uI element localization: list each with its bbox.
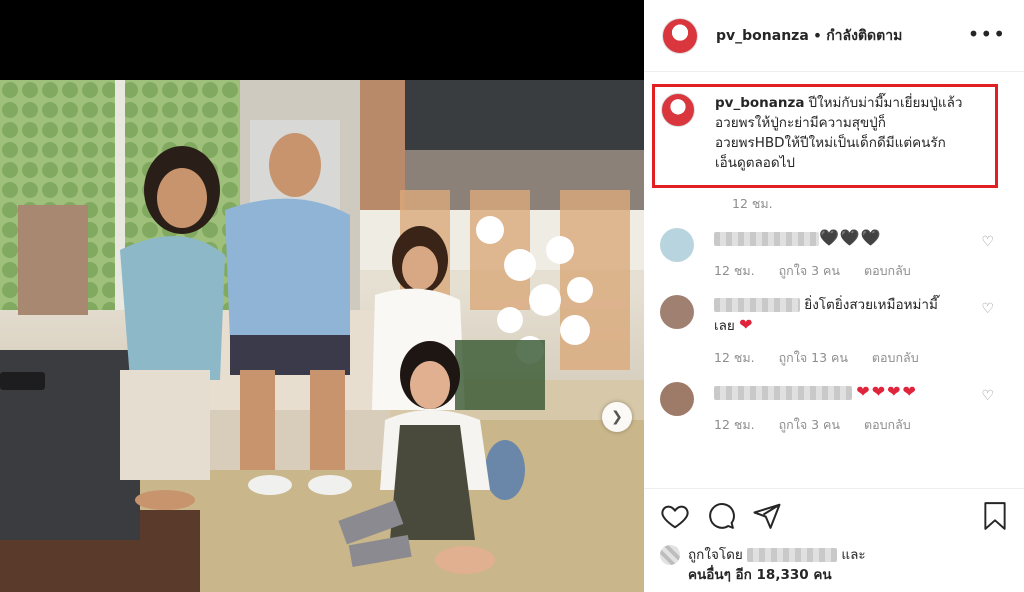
comment-time[interactable]: 12 ชม.	[714, 417, 755, 432]
comment-text: 🖤🖤🖤	[714, 228, 964, 249]
comment-likes[interactable]: ถูกใจ 3 คน	[779, 417, 840, 432]
caption-line: เอ็นดูตลอดไป	[715, 155, 795, 171]
like-comment-icon[interactable]: ♡	[981, 234, 994, 250]
caption-time[interactable]: 12 ชม.	[732, 194, 1008, 214]
comment-body-2: เลย	[714, 318, 735, 334]
post-photo[interactable]: ❯	[0, 80, 644, 592]
caption-username[interactable]: pv_bonanza	[715, 95, 804, 111]
post-side-panel: pv_bonanza • กำลังติดตาม ••• pv_bonanza ป…	[644, 0, 1024, 592]
caption-text: pv_bonanza ปีใหม่กับม่ามี๊มาเยี่ยมปู่แล้ว…	[715, 93, 962, 173]
others-likes-count[interactable]: คนอื่นๆ อีก 18,330 คน	[688, 567, 832, 583]
reply-button[interactable]: ตอบกลับ	[864, 263, 911, 278]
caption-line: อวยพรให้ปู่กะย่ามีความสุขปู่ก็	[715, 115, 886, 131]
comment-icon[interactable]	[706, 501, 736, 531]
comment-text: ❤❤❤❤	[714, 382, 964, 403]
comment-item: 🖤🖤🖤 12 ชม. ถูกใจ 3 คน ตอบกลับ ♡	[660, 228, 1008, 281]
caption-avatar[interactable]	[661, 93, 695, 127]
comment-item: ยิ่งโตยิ่งสวยเหมือหม่ามี๊ เลย ❤ 12 ชม. ถู…	[660, 295, 1008, 368]
comment-time[interactable]: 12 ชม.	[714, 263, 755, 278]
comment-likes[interactable]: ถูกใจ 3 คน	[779, 263, 840, 278]
comment-item: ❤❤❤❤ 12 ชม. ถูกใจ 3 คน ตอบกลับ ♡	[660, 382, 1008, 435]
comment-text: ยิ่งโตยิ่งสวยเหมือหม่ามี๊ เลย ❤	[714, 295, 964, 336]
reply-button[interactable]: ตอบกลับ	[864, 417, 911, 432]
comment-emoji: ❤	[739, 315, 755, 334]
reply-button[interactable]: ตอบกลับ	[872, 350, 919, 365]
commenter-avatar[interactable]	[660, 295, 694, 329]
separator-dot: •	[812, 26, 823, 45]
comment-emoji: 🖤🖤🖤	[819, 228, 882, 247]
blurred-username[interactable]	[714, 386, 852, 400]
caption-line: อวยพรHBDให้ปีใหม่เป็นเด็กดีมีแต่คนรัก	[715, 135, 946, 151]
author-username[interactable]: pv_bonanza	[716, 28, 809, 44]
comments-section: pv_bonanza ปีใหม่กับม่ามี๊มาเยี่ยมปู่แล้ว…	[644, 72, 1024, 435]
blurred-username[interactable]	[714, 298, 800, 312]
commenter-avatar[interactable]	[660, 382, 694, 416]
likes-summary: ถูกใจโดย และ คนอื่นๆ อีก 18,330 คน	[660, 545, 1008, 585]
post-header: pv_bonanza • กำลังติดตาม •••	[644, 0, 1024, 72]
comment-meta: 12 ชม. ถูกใจ 13 คน ตอบกลับ	[714, 348, 964, 368]
heart-outline-icon[interactable]	[660, 501, 690, 531]
liked-by-and: และ	[841, 547, 866, 563]
like-comment-icon[interactable]: ♡	[981, 301, 994, 317]
more-options-icon[interactable]: •••	[968, 22, 1006, 46]
next-photo-button[interactable]: ❯	[602, 402, 632, 432]
liker-avatar[interactable]	[660, 545, 680, 565]
comment-meta: 12 ชม. ถูกใจ 3 คน ตอบกลับ	[714, 261, 964, 281]
photo-pane: ❯	[0, 0, 644, 592]
comment-time[interactable]: 12 ชม.	[714, 350, 755, 365]
commenter-avatar[interactable]	[660, 228, 694, 262]
comment-meta: 12 ชม. ถูกใจ 3 คน ตอบกลับ	[714, 415, 964, 435]
chevron-right-icon: ❯	[611, 409, 623, 425]
comment-likes[interactable]: ถูกใจ 13 คน	[779, 350, 848, 365]
caption-line: ปีใหม่กับม่ามี๊มาเยี่ยมปู่แล้ว	[808, 95, 963, 111]
blurred-liker-name[interactable]	[747, 548, 838, 562]
comment-body: ยิ่งโตยิ่งสวยเหมือหม่ามี๊	[804, 297, 938, 313]
bookmark-icon[interactable]	[982, 501, 1008, 531]
post-actions: ถูกใจโดย และ คนอื่นๆ อีก 18,330 คน	[644, 488, 1024, 592]
blurred-username[interactable]	[714, 232, 819, 246]
liked-by-label: ถูกใจโดย	[688, 547, 743, 563]
author-avatar[interactable]	[662, 17, 698, 54]
follow-status-button[interactable]: กำลังติดตาม	[826, 25, 902, 47]
family-photo-illustration	[0, 80, 644, 592]
like-comment-icon[interactable]: ♡	[981, 388, 994, 404]
caption-highlight: pv_bonanza ปีใหม่กับม่ามี๊มาเยี่ยมปู่แล้ว…	[652, 84, 998, 188]
comment-emoji: ❤❤❤❤	[856, 382, 918, 401]
share-icon[interactable]	[752, 501, 782, 531]
